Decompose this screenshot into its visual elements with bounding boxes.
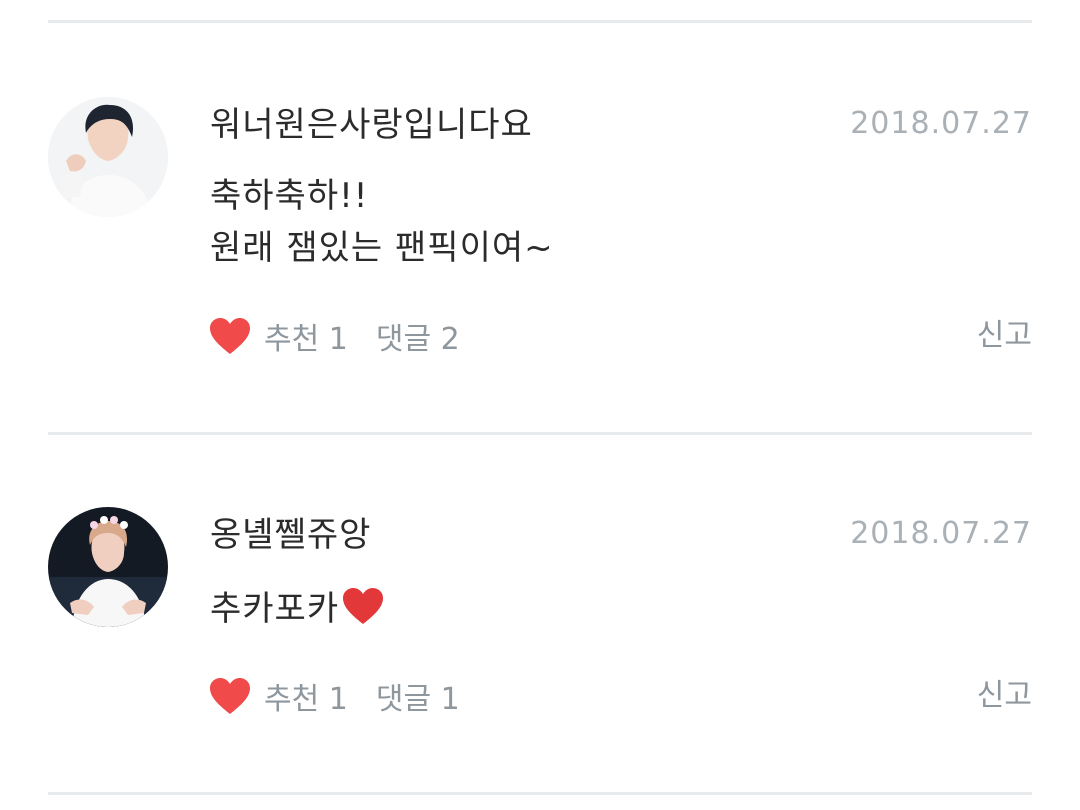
divider xyxy=(48,432,1032,435)
comment-body-line: 축하축하!! xyxy=(210,176,369,216)
red-heart-emoji xyxy=(343,588,384,624)
avatar[interactable] xyxy=(48,97,168,217)
comment-author[interactable]: 옹녤쩰쥬앙 xyxy=(210,515,371,555)
recommend-count: 1 xyxy=(328,682,348,717)
recommend-label: 추천 xyxy=(264,322,320,357)
reply-button[interactable]: 댓글 1 xyxy=(376,674,460,718)
reply-count: 2 xyxy=(440,322,460,357)
comment-list: 워너원은사랑입니다요 2018.07.27 축하축하!! 원래 잼있는 팬픽이여… xyxy=(0,0,1080,810)
recommend-count: 1 xyxy=(328,322,348,357)
comment-date: 2018.07.27 xyxy=(850,516,1032,551)
reply-button[interactable]: 댓글 2 xyxy=(376,314,460,358)
report-button[interactable]: 신고 xyxy=(977,312,1032,360)
comment-actions: 추천 1 댓글 2 xyxy=(208,312,460,360)
report-button[interactable]: 신고 xyxy=(977,672,1032,720)
comment-body-line: 원래 잼있는 팬픽이여~ xyxy=(210,228,554,268)
reply-label: 댓글 xyxy=(375,322,432,357)
comment-body-text: 추카포카 xyxy=(210,589,340,629)
heart-icon[interactable] xyxy=(208,676,252,716)
comment-body-line: 추카포카 xyxy=(210,586,385,631)
recommend-button[interactable]: 추천 1 xyxy=(264,674,348,718)
divider xyxy=(48,20,1032,23)
reply-count: 1 xyxy=(440,682,460,717)
comment-date: 2018.07.27 xyxy=(850,106,1032,141)
comment-actions: 추천 1 댓글 1 xyxy=(208,672,460,720)
comment-author[interactable]: 워너원은사랑입니다요 xyxy=(210,105,533,145)
recommend-label: 추천 xyxy=(264,682,320,717)
reply-label: 댓글 xyxy=(375,682,432,717)
avatar[interactable] xyxy=(48,507,168,627)
heart-icon[interactable] xyxy=(208,316,252,356)
recommend-button[interactable]: 추천 1 xyxy=(264,314,348,358)
divider xyxy=(48,792,1032,795)
